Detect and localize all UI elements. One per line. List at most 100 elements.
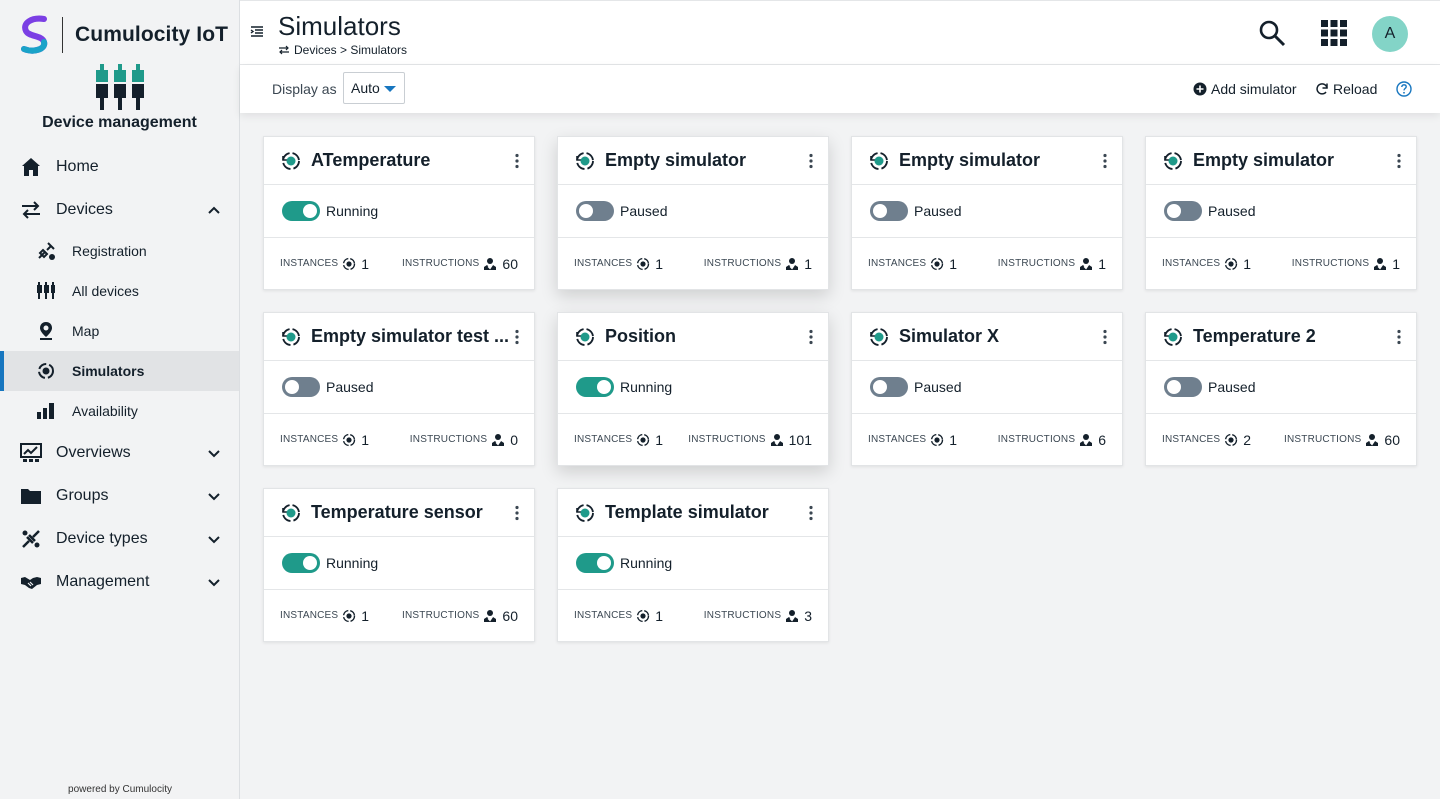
breadcrumb-text[interactable]: Devices > Simulators bbox=[294, 43, 407, 57]
sidebar-item-map[interactable]: Map bbox=[0, 311, 239, 351]
simulator-icon bbox=[576, 151, 594, 170]
brand-separator bbox=[62, 17, 63, 53]
toggle-knob bbox=[597, 556, 611, 570]
instructions-label: INSTRUCTIONS bbox=[688, 434, 766, 445]
run-toggle[interactable] bbox=[1164, 201, 1202, 221]
action-bar: Display as Auto Add simulator Reload bbox=[240, 65, 1440, 113]
sidebar-item-availability[interactable]: Availability bbox=[0, 391, 239, 431]
run-toggle[interactable] bbox=[870, 377, 908, 397]
chevron-up-icon bbox=[208, 206, 220, 214]
simulator-icon bbox=[282, 151, 300, 170]
sidebar-item-simulators[interactable]: Simulators bbox=[0, 351, 239, 391]
sidebar-item-management[interactable]: Management bbox=[0, 560, 239, 603]
instructions-label: INSTRUCTIONS bbox=[402, 610, 480, 621]
run-toggle[interactable] bbox=[576, 377, 614, 397]
simulator-card[interactable]: Empty simulator Paused INSTANCES 1 INSTR… bbox=[851, 136, 1123, 290]
run-toggle[interactable] bbox=[576, 201, 614, 221]
run-toggle[interactable] bbox=[870, 201, 908, 221]
simulator-name: Temperature 2 bbox=[1193, 326, 1316, 346]
card-footer: INSTANCES 1 INSTRUCTIONS 60 bbox=[264, 238, 534, 289]
more-options-icon[interactable] bbox=[1102, 329, 1108, 345]
instances-meta: INSTANCES 1 bbox=[280, 432, 369, 448]
sidebar-item-label: All devices bbox=[72, 283, 139, 299]
more-options-icon[interactable] bbox=[514, 329, 520, 345]
simulator-icon bbox=[36, 361, 56, 381]
more-options-icon[interactable] bbox=[514, 153, 520, 169]
simulator-icon bbox=[576, 503, 594, 522]
simulator-status: Paused bbox=[914, 379, 962, 395]
more-options-icon[interactable] bbox=[808, 153, 814, 169]
reload-button[interactable]: Reload bbox=[1315, 81, 1377, 97]
run-toggle[interactable] bbox=[282, 553, 320, 573]
sidebar-item-label: Devices bbox=[56, 200, 113, 218]
instructions-meta: INSTRUCTIONS 1 bbox=[1292, 256, 1400, 272]
simulator-card[interactable]: Empty simulator test ... Paused INSTANCE… bbox=[263, 312, 535, 466]
instances-label: INSTANCES bbox=[574, 258, 633, 269]
instructions-label: INSTRUCTIONS bbox=[1291, 258, 1370, 269]
availability-icon bbox=[36, 401, 56, 421]
more-options-icon[interactable] bbox=[1396, 329, 1402, 345]
card-status-row: Paused bbox=[852, 185, 1122, 238]
simulator-status: Running bbox=[326, 555, 379, 571]
refresh-icon bbox=[1316, 83, 1328, 95]
help-icon[interactable] bbox=[1396, 81, 1412, 97]
instructions-icon bbox=[786, 609, 799, 622]
sidebar-item-registration[interactable]: Registration bbox=[0, 231, 239, 271]
run-toggle[interactable] bbox=[282, 201, 320, 221]
user-avatar[interactable]: A bbox=[1372, 16, 1408, 52]
simulator-card[interactable]: Empty simulator Paused INSTANCES 1 INSTR… bbox=[1145, 136, 1417, 290]
instances-value: 1 bbox=[949, 255, 958, 272]
instructions-icon bbox=[484, 257, 497, 270]
simulator-icon bbox=[282, 503, 300, 522]
card-header: Temperature 2 bbox=[1146, 313, 1416, 361]
simulator-card[interactable]: Temperature 2 Paused INSTANCES 2 INSTRUC… bbox=[1145, 312, 1417, 466]
device-types-icon bbox=[20, 528, 42, 550]
sidebar-nav: Home Devices Registration All devices Ma… bbox=[0, 145, 239, 603]
sidebar-item-home[interactable]: Home bbox=[0, 145, 239, 188]
simulator-card[interactable]: Position Running INSTANCES 1 INSTRUCTION… bbox=[557, 312, 829, 466]
app-switcher-icon[interactable] bbox=[1320, 19, 1348, 47]
run-toggle[interactable] bbox=[576, 553, 614, 573]
sidebar-item-label: Registration bbox=[72, 243, 147, 259]
card-footer: INSTANCES 2 INSTRUCTIONS 60 bbox=[1146, 414, 1416, 465]
brand-name: Cumulocity IoT bbox=[75, 23, 229, 46]
toggle-knob bbox=[303, 556, 317, 570]
device-management-icon bbox=[0, 64, 239, 112]
search-icon[interactable] bbox=[1258, 19, 1286, 47]
simulator-card[interactable]: Empty simulator Paused INSTANCES 1 INSTR… bbox=[557, 136, 829, 290]
add-simulator-button[interactable]: Add simulator bbox=[1193, 81, 1297, 97]
instances-value: 1 bbox=[361, 255, 370, 272]
simulator-icon bbox=[870, 151, 888, 170]
simulator-card[interactable]: ATemperature Running INSTANCES 1 INSTRUC… bbox=[263, 136, 535, 290]
card-status-row: Paused bbox=[558, 185, 828, 238]
run-toggle[interactable] bbox=[1164, 377, 1202, 397]
instances-meta: INSTANCES 1 bbox=[574, 432, 663, 448]
instructions-value: 60 bbox=[502, 255, 518, 272]
instances-icon bbox=[1225, 257, 1238, 270]
simulator-card[interactable]: Template simulator Running INSTANCES 1 I… bbox=[557, 488, 829, 642]
instances-meta: INSTANCES 1 bbox=[280, 608, 369, 624]
sidebar-item-overviews[interactable]: Overviews bbox=[0, 431, 239, 474]
sidebar-item-device-types[interactable]: Device types bbox=[0, 517, 239, 560]
display-as-select[interactable]: Auto bbox=[343, 72, 405, 104]
toggle-knob bbox=[579, 204, 593, 218]
sidebar-item-devices[interactable]: Devices bbox=[0, 188, 239, 231]
more-options-icon[interactable] bbox=[1102, 153, 1108, 169]
more-options-icon[interactable] bbox=[1396, 153, 1402, 169]
instructions-value: 3 bbox=[804, 607, 812, 624]
registration-icon bbox=[36, 241, 56, 261]
instructions-value: 60 bbox=[502, 607, 518, 624]
collapse-sidebar-icon[interactable] bbox=[250, 25, 264, 39]
sidebar-item-all-devices[interactable]: All devices bbox=[0, 271, 239, 311]
more-options-icon[interactable] bbox=[808, 505, 814, 521]
simulator-card[interactable]: Temperature sensor Running INSTANCES 1 I… bbox=[263, 488, 535, 642]
sidebar-item-groups[interactable]: Groups bbox=[0, 474, 239, 517]
more-options-icon[interactable] bbox=[514, 505, 520, 521]
breadcrumb[interactable]: Devices > Simulators bbox=[278, 43, 407, 57]
chevron-down-icon bbox=[208, 449, 220, 457]
card-status-row: Running bbox=[558, 361, 828, 414]
instructions-value: 0 bbox=[510, 431, 518, 448]
run-toggle[interactable] bbox=[282, 377, 320, 397]
more-options-icon[interactable] bbox=[808, 329, 814, 345]
simulator-card[interactable]: Simulator X Paused INSTANCES 1 INSTRUCTI… bbox=[851, 312, 1123, 466]
